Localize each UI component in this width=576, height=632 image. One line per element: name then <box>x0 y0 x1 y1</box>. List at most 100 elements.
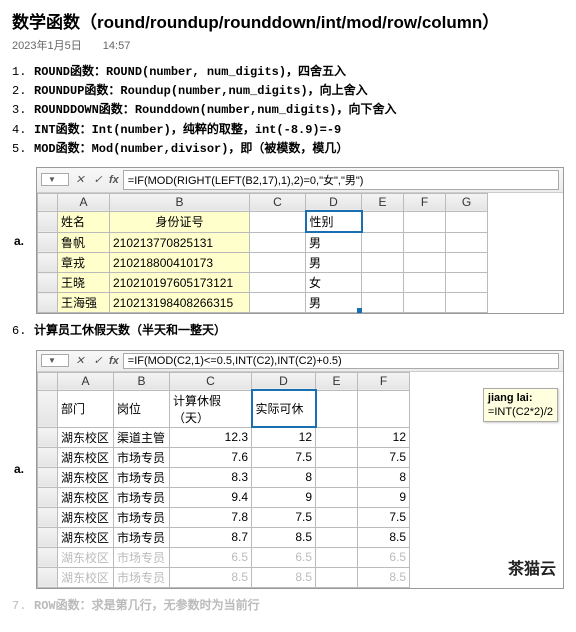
cell[interactable]: 市场专员 <box>114 527 170 547</box>
cell[interactable]: 身份证号 <box>110 211 250 232</box>
cell[interactable]: 8.7 <box>170 527 252 547</box>
table-row[interactable]: 部门岗位计算休假（天）实际可休 <box>38 390 410 427</box>
cancel-icon[interactable]: ✕ <box>73 354 87 368</box>
cell[interactable]: 7.5 <box>252 447 316 467</box>
cell[interactable]: 渠道主管 <box>114 427 170 447</box>
col-header[interactable]: G <box>446 193 488 211</box>
table-row[interactable]: 湖东校区市场专员8.58.58.5 <box>38 567 410 587</box>
cell[interactable]: 男 <box>306 232 362 253</box>
table-row[interactable]: 湖东校区市场专员7.67.57.5 <box>38 447 410 467</box>
grid-1[interactable]: A B C D E F G 姓名 身份证号 性别 鲁帆2102137708251… <box>37 193 488 314</box>
table-row[interactable]: 湖东校区市场专员8.78.58.5 <box>38 527 410 547</box>
col-header[interactable]: A <box>58 372 114 390</box>
cell[interactable]: 8.5 <box>358 527 410 547</box>
cell[interactable]: 湖东校区 <box>58 527 114 547</box>
cell[interactable]: 市场专员 <box>114 487 170 507</box>
cell[interactable]: 8.5 <box>252 567 316 587</box>
cell[interactable]: 市场专员 <box>114 467 170 487</box>
cell[interactable] <box>250 211 306 232</box>
cell[interactable]: 湖东校区 <box>58 567 114 587</box>
table-row[interactable]: 王晓210210197605173121女 <box>38 273 488 293</box>
formula-input[interactable]: =IF(MOD(RIGHT(LEFT(B2,17),1),2)=0,"女","男… <box>123 170 559 190</box>
chevron-down-icon[interactable]: ▼ <box>48 175 56 184</box>
cell[interactable]: 8.5 <box>170 567 252 587</box>
cell-selected[interactable]: 性别 <box>306 211 362 232</box>
col-header[interactable]: C <box>250 193 306 211</box>
corner-cell[interactable] <box>38 372 58 390</box>
cell[interactable]: 6.5 <box>170 547 252 567</box>
cell[interactable]: 姓名 <box>58 211 110 232</box>
cell[interactable]: 7.6 <box>170 447 252 467</box>
cell[interactable]: 210210197605173121 <box>110 273 250 293</box>
cell[interactable]: 市场专员 <box>114 507 170 527</box>
cell[interactable]: 9.4 <box>170 487 252 507</box>
cell[interactable]: 湖东校区 <box>58 547 114 567</box>
cell[interactable]: 12 <box>252 427 316 447</box>
enter-icon[interactable]: ✓ <box>91 173 105 187</box>
cell[interactable]: 210218800410173 <box>110 253 250 273</box>
cell[interactable]: 部门 <box>58 390 114 427</box>
table-row[interactable]: 湖东校区市场专员6.56.56.5 <box>38 547 410 567</box>
table-row[interactable]: 湖东校区市场专员9.499 <box>38 487 410 507</box>
table-row[interactable]: 鲁帆210213770825131 男 <box>38 232 488 253</box>
col-header[interactable]: D <box>306 193 362 211</box>
cell[interactable]: 9 <box>252 487 316 507</box>
col-header[interactable]: A <box>58 193 110 211</box>
cell[interactable]: 7.5 <box>358 507 410 527</box>
name-box[interactable]: ▼ <box>41 173 69 186</box>
cell[interactable]: 男 <box>306 293 362 313</box>
col-header[interactable]: E <box>362 193 404 211</box>
cell[interactable]: 12.3 <box>170 427 252 447</box>
cell[interactable]: 湖东校区 <box>58 467 114 487</box>
col-header[interactable]: E <box>316 372 358 390</box>
grid-2[interactable]: A B C D E F 部门岗位计算休假（天）实际可休 湖东校区渠道主管12.3… <box>37 372 410 588</box>
col-header[interactable]: D <box>252 372 316 390</box>
col-header[interactable]: B <box>114 372 170 390</box>
cell[interactable]: 7.5 <box>252 507 316 527</box>
table-row[interactable]: 章戎210218800410173 男 <box>38 253 488 273</box>
cell[interactable]: 12 <box>358 427 410 447</box>
cell[interactable]: 鲁帆 <box>58 232 110 253</box>
cell-selected[interactable]: 实际可休 <box>252 390 316 427</box>
col-header[interactable]: C <box>170 372 252 390</box>
fill-handle[interactable] <box>357 308 362 313</box>
cell[interactable]: 8.3 <box>170 467 252 487</box>
cell[interactable]: 8.5 <box>358 567 410 587</box>
cell[interactable]: 男 <box>306 253 362 273</box>
cell[interactable]: 6.5 <box>252 547 316 567</box>
cell[interactable]: 岗位 <box>114 390 170 427</box>
table-row[interactable]: 湖东校区市场专员8.388 <box>38 467 410 487</box>
table-row[interactable]: 姓名 身份证号 性别 <box>38 211 488 232</box>
table-row[interactable]: 湖东校区市场专员7.87.57.5 <box>38 507 410 527</box>
cell[interactable]: 7.5 <box>358 447 410 467</box>
table-row[interactable]: 王海强210213198408266315男 <box>38 293 488 313</box>
cell[interactable]: 湖东校区 <box>58 507 114 527</box>
cell[interactable]: 9 <box>358 487 410 507</box>
cell[interactable]: 8 <box>358 467 410 487</box>
formula-input[interactable]: =IF(MOD(C2,1)<=0.5,INT(C2),INT(C2)+0.5) <box>123 353 559 369</box>
cell[interactable]: 8.5 <box>252 527 316 547</box>
cell[interactable]: 6.5 <box>358 547 410 567</box>
table-row[interactable]: 湖东校区渠道主管12.31212 <box>38 427 410 447</box>
corner-cell[interactable] <box>38 193 58 211</box>
cell[interactable]: 8 <box>252 467 316 487</box>
cell[interactable]: 市场专员 <box>114 547 170 567</box>
cell[interactable]: 女 <box>306 273 362 293</box>
cell[interactable]: 章戎 <box>58 253 110 273</box>
fx-icon[interactable]: fx <box>109 174 119 186</box>
cancel-icon[interactable]: ✕ <box>73 173 87 187</box>
fx-icon[interactable]: fx <box>109 355 119 367</box>
cell[interactable]: 市场专员 <box>114 567 170 587</box>
col-header[interactable]: B <box>110 193 250 211</box>
cell[interactable]: 湖东校区 <box>58 427 114 447</box>
cell[interactable]: 计算休假（天） <box>170 390 252 427</box>
cell[interactable]: 王海强 <box>58 293 110 313</box>
col-header[interactable]: F <box>358 372 410 390</box>
cell[interactable]: 210213770825131 <box>110 232 250 253</box>
cell[interactable]: 7.8 <box>170 507 252 527</box>
enter-icon[interactable]: ✓ <box>91 354 105 368</box>
chevron-down-icon[interactable]: ▼ <box>48 356 56 365</box>
cell[interactable]: 市场专员 <box>114 447 170 467</box>
cell[interactable]: 湖东校区 <box>58 487 114 507</box>
cell[interactable]: 湖东校区 <box>58 447 114 467</box>
